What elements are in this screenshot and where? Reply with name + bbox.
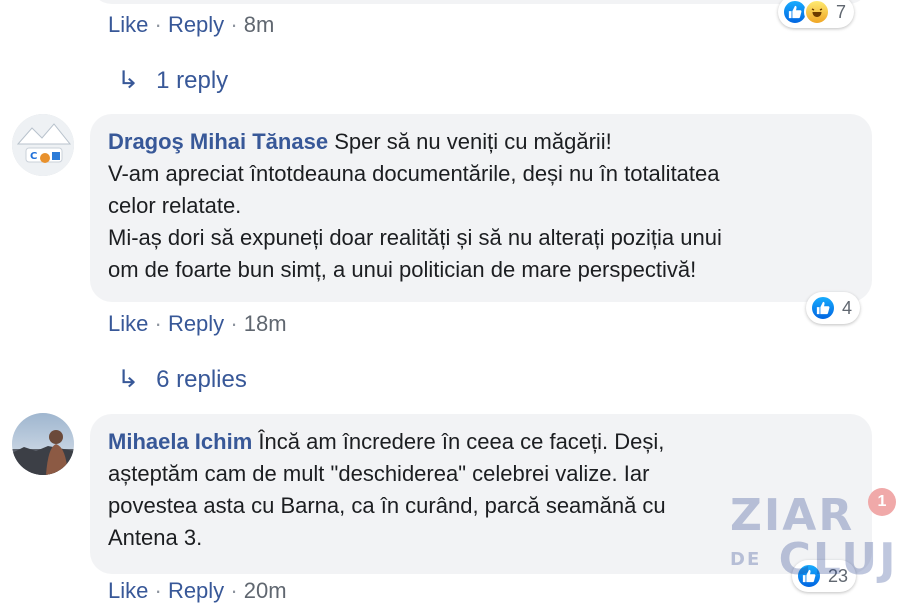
reaction-summary[interactable]: 7 <box>778 0 855 28</box>
avatar[interactable] <box>12 413 74 475</box>
like-link[interactable]: Like <box>108 12 148 37</box>
comment-actions: Like · Reply · 20m <box>108 578 287 604</box>
comment-bubble: Dragoş Mihai Tănase Sper să nu veniți cu… <box>90 114 872 302</box>
comment-text-line: Sper să nu veniți cu măgării! <box>334 129 612 154</box>
reaction-count: 4 <box>842 297 853 318</box>
svg-text:C: C <box>30 151 37 162</box>
haha-reaction-icon <box>804 0 830 25</box>
separator: · <box>154 578 162 603</box>
timestamp[interactable]: 8m <box>244 12 275 37</box>
watermark-big: CLUJ <box>778 534 898 585</box>
comment-text-line: Încă am încredere în ceea ce faceți. Deș… <box>258 429 665 454</box>
replies-count: 1 reply <box>156 66 229 94</box>
comment-actions: Like · Reply · 8m <box>108 12 274 38</box>
separator: · <box>230 578 238 603</box>
view-replies-link[interactable]: ↳ 1 reply <box>116 66 229 95</box>
comment-bubble-partial <box>90 0 870 4</box>
notification-badge[interactable]: 1 <box>868 488 896 516</box>
like-reaction-icon <box>810 295 836 321</box>
reply-arrow-icon: ↳ <box>116 67 140 94</box>
watermark-line: DE CLUJ <box>730 538 897 582</box>
comment-text-line: V-am apreciat întotdeauna documentările,… <box>108 161 720 186</box>
comment-text-line: om de foarte bun simț, a unui politician… <box>108 257 697 282</box>
view-replies-link[interactable]: ↳ 6 replies <box>116 365 247 394</box>
like-link[interactable]: Like <box>108 578 148 603</box>
reply-arrow-icon: ↳ <box>116 366 140 393</box>
avatar[interactable]: C <box>12 114 74 176</box>
timestamp[interactable]: 20m <box>244 578 287 603</box>
comment-text-line: celor relatate. <box>108 193 242 218</box>
reaction-count: 7 <box>836 1 847 22</box>
separator: · <box>154 311 162 336</box>
replies-count: 6 replies <box>156 365 247 393</box>
separator: · <box>230 311 238 336</box>
comment-text-line: așteptăm cam de mult "deschiderea" celeb… <box>108 461 650 486</box>
comment-author[interactable]: Dragoş Mihai Tănase <box>108 129 328 154</box>
timestamp[interactable]: 18m <box>244 311 287 336</box>
comment-actions: Like · Reply · 18m <box>108 311 287 337</box>
watermark-small: DE <box>730 549 762 570</box>
like-link[interactable]: Like <box>108 311 148 336</box>
reply-link[interactable]: Reply <box>168 578 224 603</box>
comment-author[interactable]: Mihaela Ichim <box>108 429 252 454</box>
reaction-summary[interactable]: 4 <box>806 292 861 324</box>
reply-link[interactable]: Reply <box>168 12 224 37</box>
comment-text-line: Mi-aș dori să expuneți doar realități și… <box>108 225 722 250</box>
separator: · <box>154 12 162 37</box>
separator: · <box>230 12 238 37</box>
reply-link[interactable]: Reply <box>168 311 224 336</box>
